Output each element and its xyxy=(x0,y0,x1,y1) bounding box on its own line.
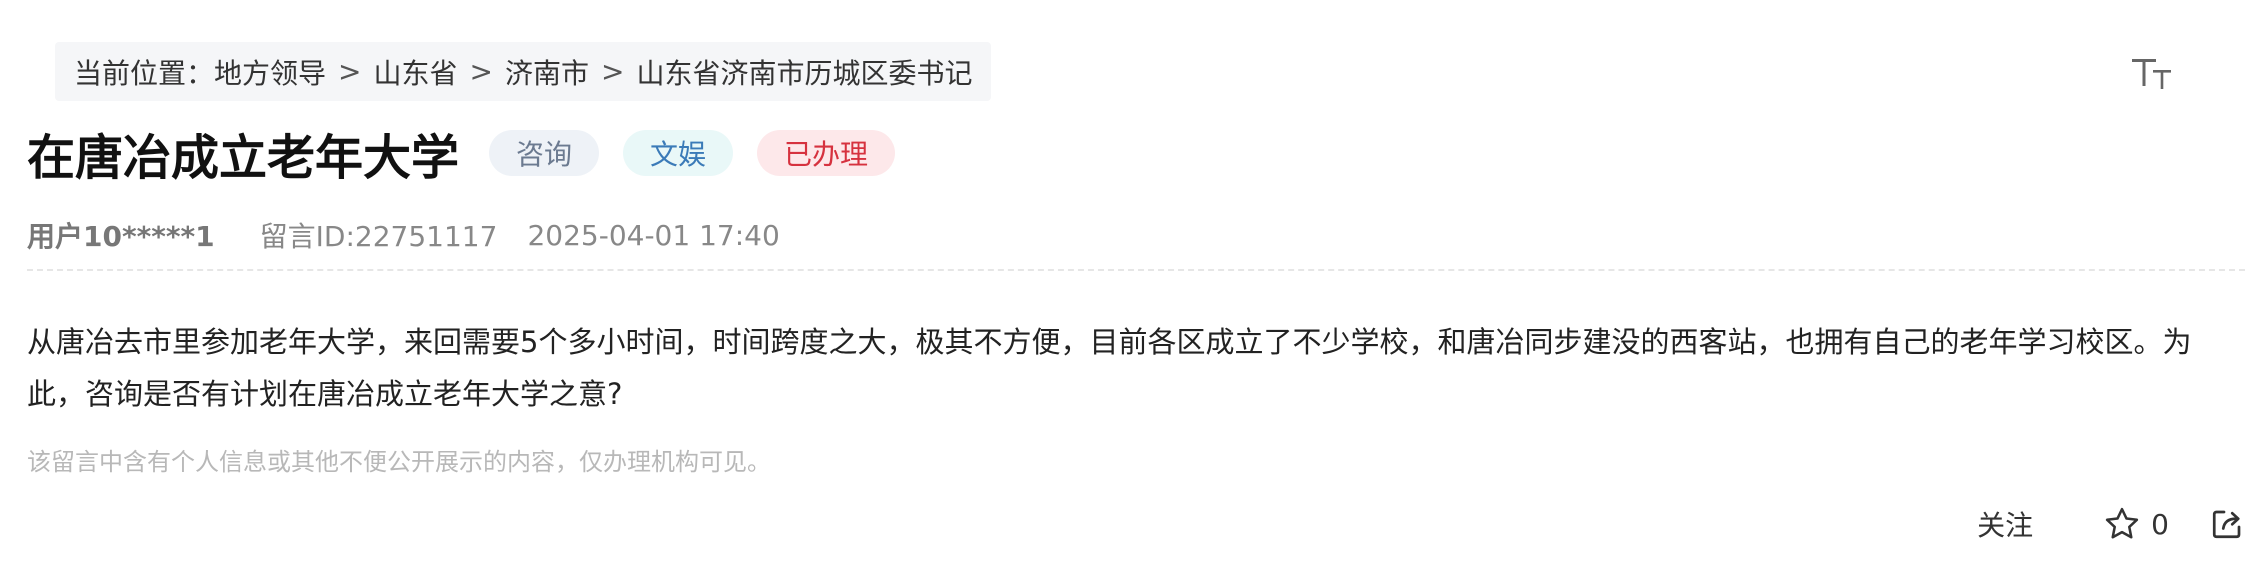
title-row: 在唐冶成立老年大学 咨询 文娱 已办理 xyxy=(27,122,896,186)
breadcrumb-item-current[interactable]: 山东省济南市历城区委书记 xyxy=(636,52,972,92)
privacy-notice: 该留言中含有个人信息或其他不便公开展示的内容，仅办理机构可见。 xyxy=(27,448,771,476)
text-size-icon[interactable] xyxy=(2131,56,2173,92)
page-title: 在唐冶成立老年大学 xyxy=(27,130,460,186)
breadcrumb-prefix: 当前位置： xyxy=(74,56,215,90)
star-icon xyxy=(2106,507,2139,539)
breadcrumb-item-city[interactable]: 济南市 xyxy=(505,52,589,92)
breadcrumb: 当前位置： 地方领导 > 山东省 > 济南市 > 山东省济南市历城区委书记 xyxy=(55,42,992,101)
share-icon[interactable] xyxy=(2209,506,2245,542)
breadcrumb-item-local-leaders[interactable]: 地方领导 xyxy=(214,52,326,92)
author-name: 用户10*****1 xyxy=(27,220,215,253)
divider xyxy=(27,269,2245,271)
message-actions: 关注 0 xyxy=(1977,500,2245,548)
breadcrumb-item-province[interactable]: 山东省 xyxy=(374,52,458,92)
message-detail-page: 当前位置： 地方领导 > 山东省 > 济南市 > 山东省济南市历城区委书记 在唐… xyxy=(0,0,2265,579)
category-tag: 咨询 xyxy=(489,130,600,176)
breadcrumb-separator: > xyxy=(469,55,493,88)
message-id: 留言ID:22751117 xyxy=(259,220,498,253)
favorite-count: 0 xyxy=(2151,507,2169,541)
message-content: 从唐冶去市里参加老年大学，来回需要5个多小时间，时间跨度之大，极其不方便，目前各… xyxy=(27,325,2192,411)
message-datetime: 2025-04-01 17:40 xyxy=(527,218,780,252)
breadcrumb-row: 当前位置： 地方领导 > 山东省 > 济南市 > 山东省济南市历城区委书记 xyxy=(28,0,2237,130)
breadcrumb-separator: > xyxy=(338,55,362,88)
field-tag: 文娱 xyxy=(623,130,734,176)
breadcrumb-separator: > xyxy=(601,55,625,88)
status-badge: 已办理 xyxy=(757,130,896,176)
message-meta: 用户10*****1 留言ID:22751117 2025-04-01 17:4… xyxy=(27,215,780,255)
follow-button[interactable]: 关注 xyxy=(1977,504,2033,544)
favorite-button[interactable]: 0 xyxy=(2103,505,2169,543)
